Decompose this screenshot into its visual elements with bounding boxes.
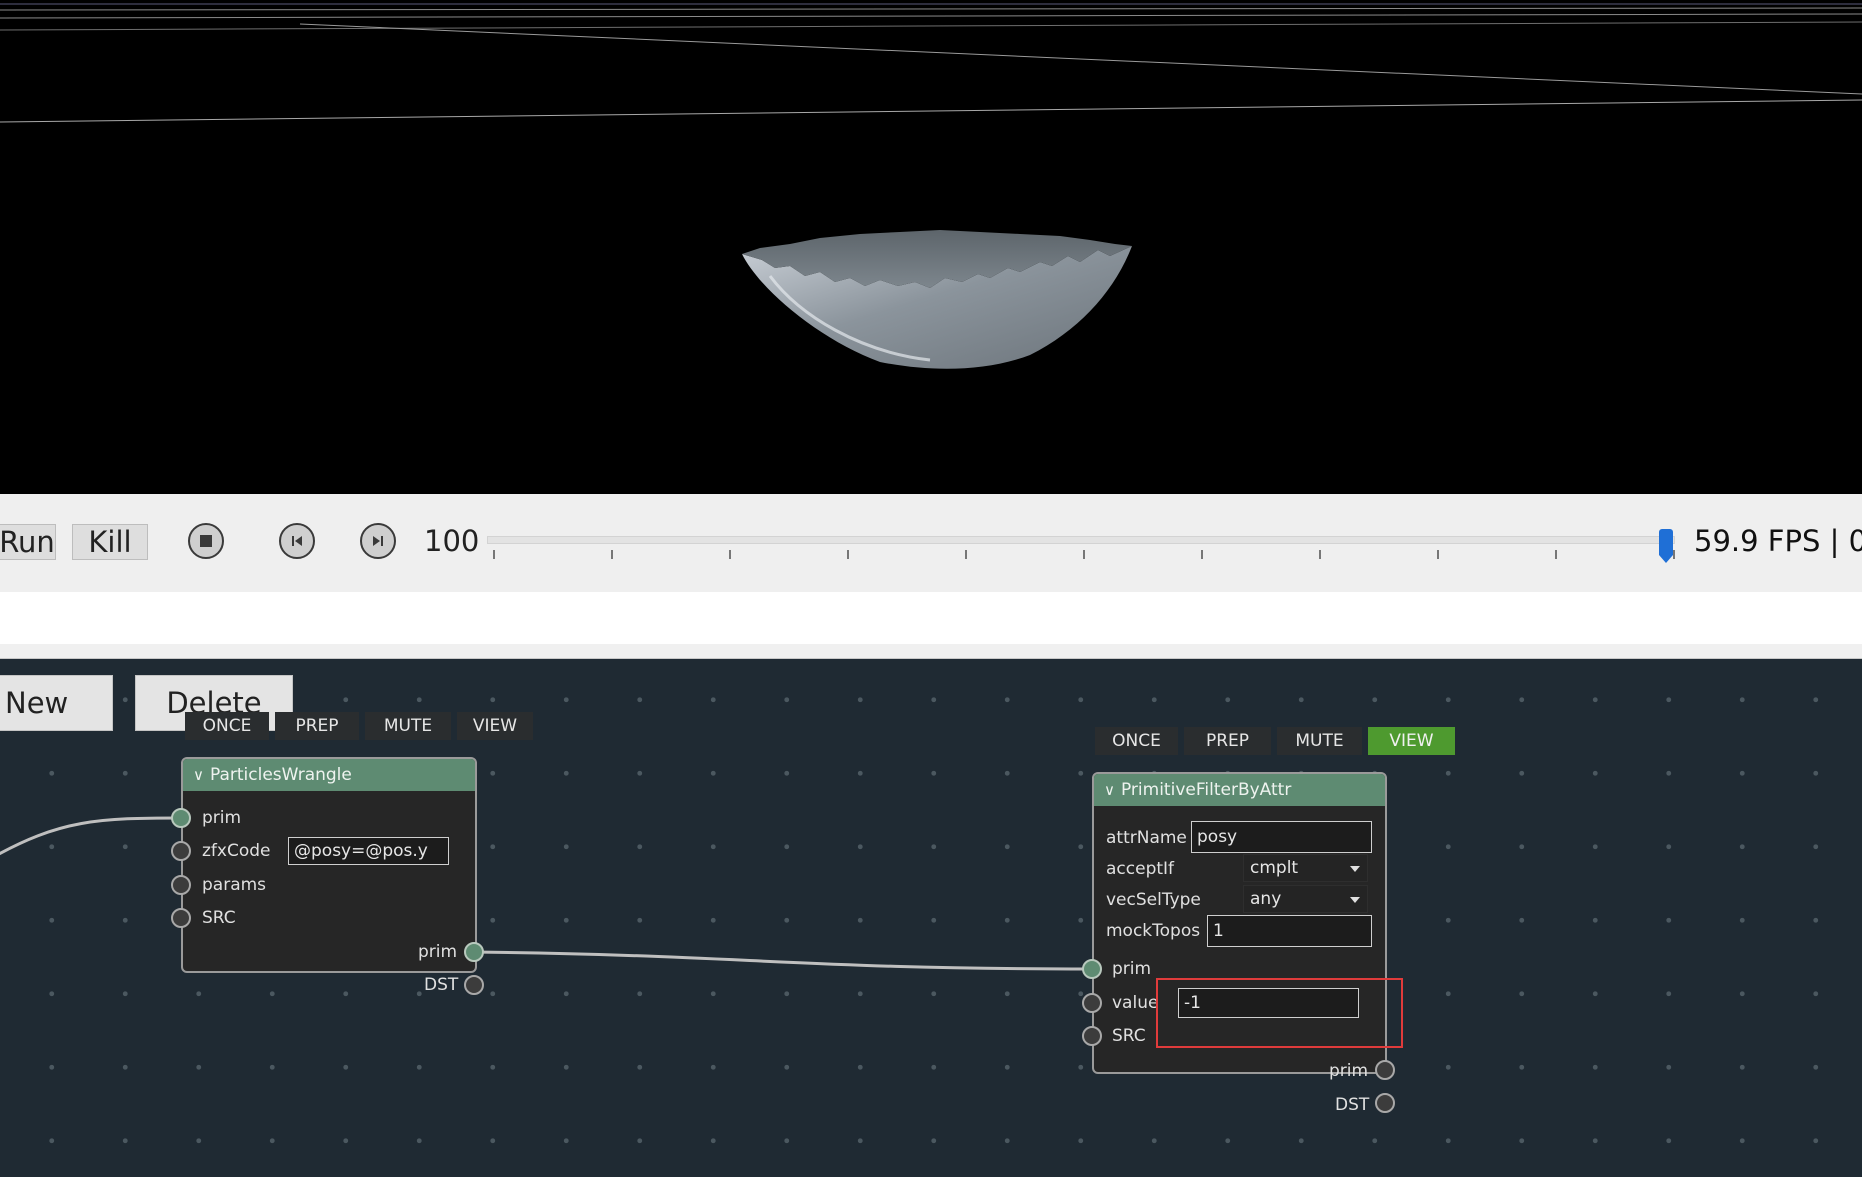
zfxcode-field[interactable]: @posy=@pos.y [288, 837, 449, 865]
vecseltype-value: any [1250, 889, 1282, 909]
mute-flag[interactable]: MUTE [365, 712, 451, 740]
input-label-prim: prim [202, 808, 242, 828]
dropdown-arrow-icon [1350, 897, 1360, 903]
node1-flags: ONCE PREP MUTE VIEW [185, 712, 533, 740]
input-label-src: SRC [1112, 1026, 1146, 1046]
slider-tick [729, 550, 731, 559]
acceptif-value: cmplt [1250, 858, 1299, 878]
input-socket-prim[interactable] [171, 808, 191, 828]
bowl-mesh [742, 230, 1132, 369]
output-socket-dst[interactable] [464, 975, 484, 995]
param-label-acceptif: acceptIf [1106, 859, 1175, 879]
fps-readout: 59.9 FPS | 0.0 [1694, 524, 1862, 558]
output-socket-prim[interactable] [464, 942, 484, 962]
input-label-prim: prim [1112, 959, 1152, 979]
mute-flag[interactable]: MUTE [1277, 727, 1362, 755]
slider-tick [1201, 550, 1203, 559]
output-socket-prim[interactable] [1375, 1060, 1395, 1080]
3d-viewport[interactable] [0, 0, 1862, 494]
prep-flag[interactable]: PREP [1184, 727, 1271, 755]
slider-tick [847, 550, 849, 559]
viewport-scene [0, 3, 1862, 369]
mocktopos-field[interactable]: 1 [1207, 915, 1372, 947]
collapse-chevron-icon[interactable]: ∨ [193, 766, 204, 784]
param-label-attrname: attrName [1106, 828, 1187, 848]
input-label-value: value [1112, 993, 1159, 1013]
output-label-prim: prim [418, 942, 458, 962]
view-flag-active[interactable]: VIEW [1368, 727, 1455, 755]
input-socket-value[interactable] [1082, 993, 1102, 1013]
stop-icon [200, 535, 212, 547]
view-flag[interactable]: VIEW [457, 712, 533, 740]
attrname-field[interactable]: posy [1191, 821, 1372, 853]
output-label-dst: DST [1335, 1095, 1370, 1115]
param-label-vecseltype: vecSelType [1106, 890, 1201, 910]
slider-tick [1673, 550, 1675, 559]
wire-node1-to-node2 [473, 950, 1093, 971]
input-socket-src[interactable] [1082, 1026, 1102, 1046]
output-socket-dst[interactable] [1375, 1093, 1395, 1113]
slider-handle[interactable] [1659, 529, 1673, 563]
prep-flag[interactable]: PREP [275, 712, 359, 740]
empty-panel [0, 592, 1862, 644]
input-label-zfxcode: zfxCode [202, 841, 271, 861]
node-title: ParticlesWrangle [209, 765, 352, 785]
dropdown-arrow-icon [1350, 866, 1360, 872]
step-back-icon [292, 536, 302, 546]
vecseltype-select[interactable]: any [1243, 885, 1368, 913]
step-forward-icon [373, 536, 383, 546]
node-header[interactable]: ∨ ParticlesWrangle [183, 759, 475, 791]
frame-number[interactable]: 100 [424, 524, 479, 558]
new-button[interactable]: New [0, 675, 113, 731]
timeline-bar: Run Kill 100 59.9 FPS | 0.0 [0, 494, 1862, 592]
node-title: PrimitiveFilterByAttr [1120, 780, 1292, 800]
slider-tick [1083, 550, 1085, 559]
stop-button[interactable] [188, 523, 224, 559]
prev-frame-button[interactable] [279, 523, 315, 559]
slider-tick [1319, 550, 1321, 559]
run-button[interactable]: Run [0, 524, 56, 560]
next-frame-button[interactable] [360, 523, 396, 559]
wire-in-node1 [0, 816, 183, 856]
slider-tick [1437, 550, 1439, 559]
once-flag[interactable]: ONCE [185, 712, 269, 740]
output-label-dst: DST [424, 975, 459, 995]
kill-button[interactable]: Kill [72, 524, 148, 560]
input-socket-zfxcode[interactable] [171, 841, 191, 861]
highlight-box [1156, 978, 1403, 1048]
input-label-src: SRC [202, 908, 236, 928]
slider-tick [611, 550, 613, 559]
particles-wrangle-node[interactable]: ∨ ParticlesWrangle [181, 757, 477, 973]
panel-divider[interactable] [0, 644, 1862, 659]
node-header[interactable]: ∨ PrimitiveFilterByAttr [1094, 774, 1385, 806]
node-editor[interactable]: New Delete ONCE PREP MUTE VIEW ∨ Particl… [0, 659, 1862, 1177]
param-label-mocktopos: mockTopos [1106, 921, 1201, 941]
once-flag[interactable]: ONCE [1095, 727, 1178, 755]
input-socket-src[interactable] [171, 908, 191, 928]
slider-tick [1555, 550, 1557, 559]
input-socket-params[interactable] [171, 875, 191, 895]
output-label-prim: prim [1329, 1061, 1369, 1081]
acceptif-select[interactable]: cmplt [1243, 854, 1368, 882]
input-label-params: params [202, 875, 267, 895]
collapse-chevron-icon[interactable]: ∨ [1104, 781, 1115, 799]
frame-slider[interactable] [487, 536, 1675, 544]
slider-tick [493, 550, 495, 559]
viewport-grid-lines [0, 3, 1862, 123]
slider-tick [965, 550, 967, 559]
input-socket-prim[interactable] [1082, 959, 1102, 979]
node2-flags: ONCE PREP MUTE VIEW [1095, 727, 1455, 755]
